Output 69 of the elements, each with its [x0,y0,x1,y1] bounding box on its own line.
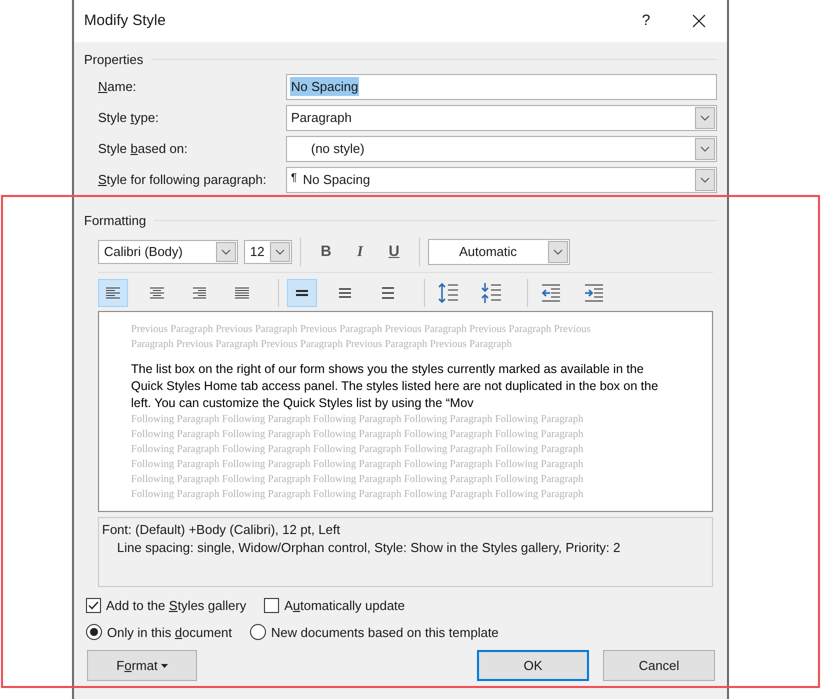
checkbox-label: Automatically update [284,597,405,615]
chevron-down-icon [700,146,710,152]
checkmark-icon [88,601,99,610]
chevron-down-icon [700,114,710,120]
checkbox-label: Add to the Styles gallery [106,597,246,615]
dropdown-field[interactable]: Paragraph [286,104,717,130]
chevron-down-icon [553,249,563,255]
radio-button[interactable] [86,624,102,640]
preview-placeholder-text: Following Paragraph Following Paragraph Following Paragraph Following Paragraph Following Paragraph [131,413,584,427]
align-justify-icon [234,287,250,299]
radio-button[interactable] [250,624,266,640]
chevron-down-icon [275,249,285,255]
field-value: (no style) [311,140,364,158]
size-dropdown[interactable]: 12 [244,240,292,264]
checkbox[interactable] [86,598,101,614]
indent-increase-icon [584,284,604,302]
preview-sample-text: left. You can customize the Quick Styles list by using the “Mov [131,395,474,412]
bold-button[interactable]: B [309,239,343,265]
input-field[interactable]: No Spacing [286,74,717,100]
preview-sample-text: Quick Styles Home tab access panel. The styles listed here are not duplicated in the box on the [131,378,658,395]
align-center-icon [148,287,164,299]
preview-placeholder-text: Paragraph Previous Paragraph Previous Paragraph Previous Paragraph Previous Paragraph [131,338,512,352]
checkbox[interactable] [264,598,280,614]
field-value: Paragraph [291,108,352,127]
align-button[interactable] [98,279,128,307]
field-value: No Spacing [290,76,360,96]
group-title: Formatting [84,212,146,230]
preview-placeholder-text: Following Paragraph Following Paragraph Following Paragraph Following Paragraph Following Paragraph [131,443,584,457]
dropdown-field[interactable]: (no style) [286,136,717,162]
field-label: Name: [98,78,138,96]
preview-placeholder-text: Following Paragraph Following Paragraph Following Paragraph Following Paragraph Following Paragraph [131,458,584,472]
radio-label: Only in this document [107,624,232,642]
field-label: Style based on: [98,140,189,158]
italic-button[interactable]: I [343,239,377,265]
group-title: Properties [84,51,144,69]
line-spacing-button[interactable] [287,279,317,307]
pilcrow-icon: ¶ [291,170,297,186]
align-right-icon [191,287,207,299]
radio-label: New documents based on this template [271,624,499,642]
format-menu-button[interactable]: Format [87,650,197,681]
field-value: No Spacing [302,170,370,189]
line-spacing-icon [338,287,352,299]
line-spacing-icon [381,287,395,299]
preview-placeholder-text: Previous Paragraph Previous Paragraph Previous Paragraph Previous Paragraph Previous Paragraph Previous [131,323,591,337]
help-button[interactable]: ? [621,1,671,41]
preview-placeholder-text: Following Paragraph Following Paragraph Following Paragraph Following Paragraph Following Paragraph [131,488,584,502]
spacing-decrease-icon [480,282,502,304]
cancel-button[interactable]: Cancel [603,650,715,681]
field-label: Style type: [98,108,160,127]
underline-button[interactable]: U [377,239,411,265]
ok-button[interactable]: OK [477,650,589,681]
indent-decrease-icon [541,284,561,302]
chevron-down-icon [221,249,231,255]
align-left-icon [105,287,121,299]
window-title: Modify Style [84,10,167,31]
preview-sample-text: The list box on the right of our form shows you the styles currently marked as available in the [131,361,644,378]
dropdown-field[interactable]: ¶ No Spacing [286,166,717,192]
description-text: Font: (Default) +Body (Calibri), 12 pt, Left [102,521,340,539]
caret-icon [160,664,168,668]
preview-placeholder-text: Following Paragraph Following Paragraph Following Paragraph Following Paragraph Following Paragraph [131,428,584,442]
field-label: Style for following paragraph: [98,170,268,189]
spacing-increase-icon [437,282,459,304]
preview-placeholder-text: Following Paragraph Following Paragraph Following Paragraph Following Paragraph Following Paragraph [131,473,584,487]
color-dropdown[interactable]: Automatic [428,239,570,265]
font-dropdown[interactable]: Calibri (Body) [98,240,238,264]
description-text: Line spacing: single, Widow/Orphan control, Style: Show in the Styles gallery, Priority: 2 [116,539,620,557]
line-spacing-icon [295,287,309,299]
chevron-down-icon [700,176,710,182]
close-icon [692,14,706,28]
